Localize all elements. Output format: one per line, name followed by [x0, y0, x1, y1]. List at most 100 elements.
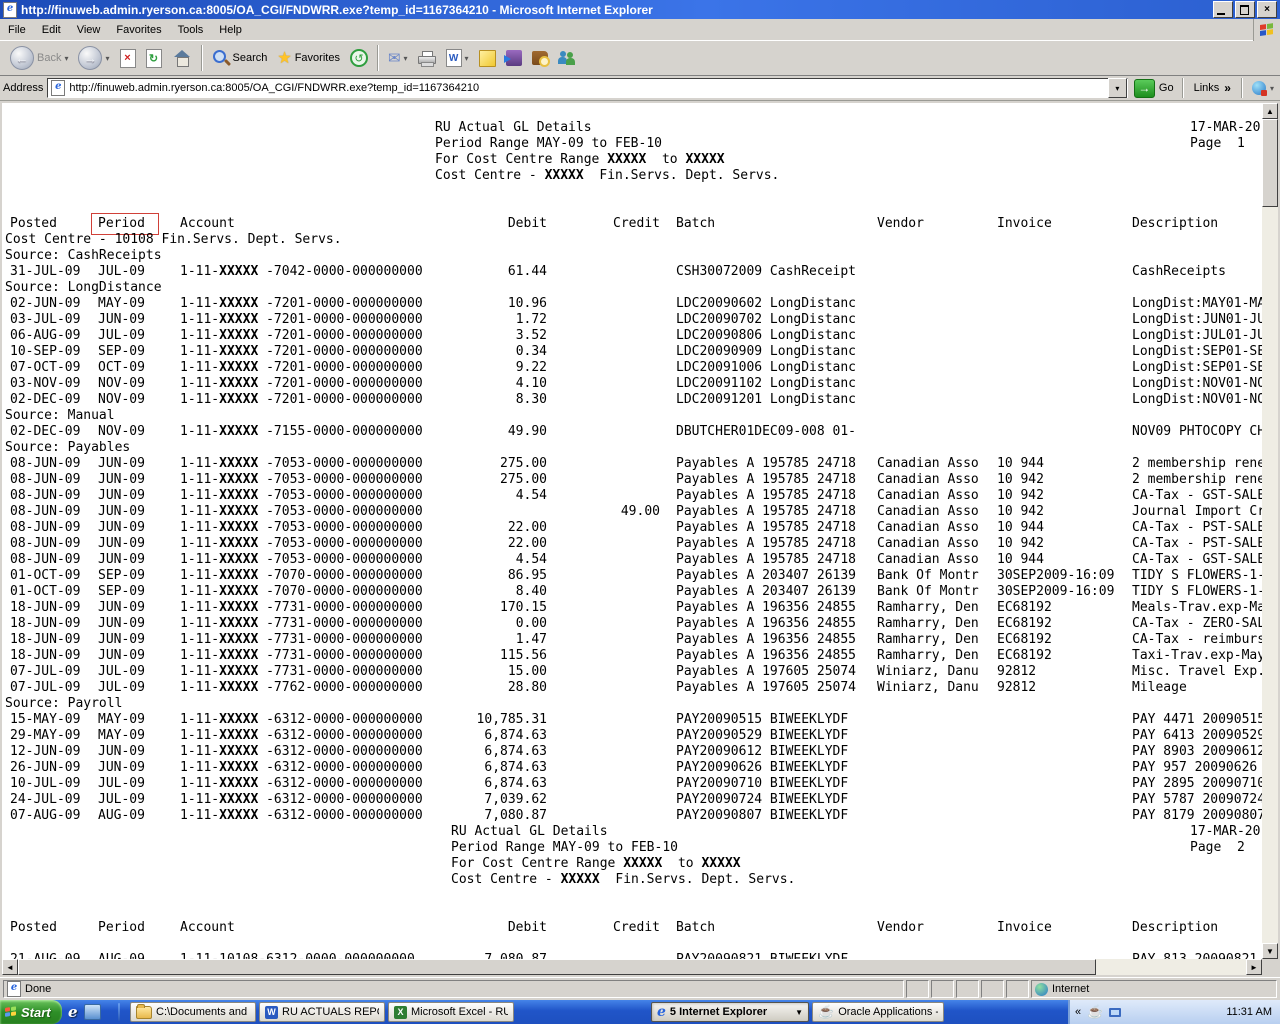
- taskbar-button-word[interactable]: W RU ACTUALS REPORT D...: [259, 1002, 385, 1022]
- report-line: 26-JUN-09JUN-091-11-XXXXX -6312-0000-000…: [2, 760, 1262, 776]
- stop-button[interactable]: ×: [115, 41, 141, 75]
- cell-debit: 275.00: [426, 456, 547, 471]
- cell-period: AUG-09: [98, 952, 145, 959]
- search-button[interactable]: Search: [207, 41, 273, 75]
- cell-posted: 08-JUN-09: [10, 552, 80, 567]
- page-header-text: RU Actual GL Details: [435, 120, 592, 135]
- edit-dropdown-icon[interactable]: ▾: [465, 54, 469, 63]
- cell-description: PAY 957 20090626: [1132, 760, 1257, 775]
- tray-chevron-icon[interactable]: «: [1075, 1006, 1081, 1018]
- menu-view[interactable]: View: [69, 21, 109, 39]
- scroll-down-button[interactable]: ▼: [1262, 943, 1278, 959]
- links-button[interactable]: Links »: [1190, 73, 1235, 103]
- research-button[interactable]: [527, 41, 553, 75]
- forward-dropdown-icon[interactable]: ▾: [105, 54, 109, 63]
- cell-batch: LDC20090806 LongDistanc: [676, 328, 856, 343]
- mail-dropdown-icon[interactable]: ▾: [404, 54, 408, 63]
- cell-account: 1-11-XXXXX -7731-0000-000000000: [180, 616, 423, 631]
- go-button[interactable]: → Go: [1132, 73, 1176, 103]
- cell-account: 1-11-XXXXX -7053-0000-000000000: [180, 472, 423, 487]
- refresh-button[interactable]: ↻: [141, 41, 167, 75]
- cell-debit: 8.30: [426, 392, 547, 407]
- history-button[interactable]: ↺: [345, 41, 373, 75]
- cell-batch: PAY20090612 BIWEEKLYDF: [676, 744, 848, 759]
- vertical-scrollbar-thumb[interactable]: [1262, 119, 1278, 207]
- cell-debit: 6,874.63: [426, 744, 547, 759]
- menu-bar: File Edit View Favorites Tools Help: [0, 19, 1280, 41]
- report-line: Source: Payables: [2, 440, 1262, 456]
- taskbar-button-ie-group[interactable]: e 5 Internet Explorer ▼: [651, 1002, 809, 1022]
- refresh-icon: ↻: [146, 49, 162, 68]
- cell-posted: 01-OCT-09: [10, 568, 80, 583]
- mail-button[interactable]: ✉ ▾: [383, 41, 413, 75]
- cell-batch: Payables A 196356 24855: [676, 616, 856, 631]
- menu-edit[interactable]: Edit: [34, 21, 69, 39]
- messenger-button[interactable]: [553, 41, 581, 75]
- print-button[interactable]: [413, 41, 441, 75]
- tray-java-icon[interactable]: ☕: [1087, 1004, 1103, 1020]
- scroll-left-button[interactable]: ◄: [2, 959, 18, 975]
- tray-network-icon[interactable]: [1109, 1008, 1121, 1017]
- favorites-button[interactable]: ★ Favorites: [272, 41, 345, 75]
- menu-favorites[interactable]: Favorites: [108, 21, 169, 39]
- cell-period: NOV-09: [98, 392, 145, 407]
- close-button[interactable]: ×: [1257, 1, 1277, 18]
- cell-posted: 07-JUL-09: [10, 664, 80, 679]
- report-line: For Cost Centre Range XXXXX to XXXXX: [2, 856, 1262, 872]
- address-dropdown-button[interactable]: ▾: [1108, 78, 1127, 98]
- back-dropdown-icon[interactable]: ▾: [64, 54, 68, 63]
- page-header-right: Page 2: [1190, 840, 1245, 855]
- home-button[interactable]: [167, 41, 197, 75]
- cell-debit: 6,874.63: [426, 728, 547, 743]
- cell-account: 1-11-XXXXX -7053-0000-000000000: [180, 520, 423, 535]
- report-line: 07-OCT-09OCT-091-11-XXXXX -7201-0000-000…: [2, 360, 1262, 376]
- horizontal-scrollbar-thumb[interactable]: [18, 959, 1096, 975]
- cell-description: CashReceipts: [1132, 264, 1226, 279]
- address-extra-dropdown-icon[interactable]: ▾: [1270, 84, 1274, 93]
- address-input[interactable]: e http://finuweb.admin.ryerson.ca:8005/O…: [47, 78, 1128, 98]
- report-line: Source: LongDistance: [2, 280, 1262, 296]
- back-button[interactable]: ← Back ▾: [5, 41, 73, 75]
- start-button[interactable]: Start: [0, 1000, 62, 1024]
- scroll-right-button[interactable]: ►: [1246, 959, 1262, 975]
- col-header-period: Period: [98, 920, 145, 935]
- report-text: Source: Payables: [5, 440, 130, 455]
- cell-period: JUN-09: [98, 616, 145, 631]
- scroll-up-button[interactable]: ▲: [1262, 103, 1278, 119]
- taskbar-button-label: RU ACTUALS REPORT D...: [282, 1006, 379, 1018]
- quick-launch-ie-icon[interactable]: e: [68, 1003, 78, 1021]
- menu-help[interactable]: Help: [211, 21, 250, 39]
- quick-launch-icon-2[interactable]: [84, 1004, 101, 1020]
- minimize-button[interactable]: [1213, 1, 1233, 18]
- report-line: 08-JUN-09JUN-091-11-XXXXX -7053-0000-000…: [2, 536, 1262, 552]
- discuss-button[interactable]: [474, 41, 501, 75]
- menu-tools[interactable]: Tools: [170, 21, 212, 39]
- forward-button[interactable]: → ▾: [73, 41, 114, 75]
- cell-account: 1-11-XXXXX -7155-0000-000000000: [180, 424, 423, 439]
- extra-tool-button-1[interactable]: [501, 41, 527, 75]
- cell-description: PAY 4471 20090515: [1132, 712, 1262, 727]
- restore-button[interactable]: [1235, 1, 1255, 18]
- cell-batch: PAY20090529 BIWEEKLYDF: [676, 728, 848, 743]
- vertical-scrollbar[interactable]: [1262, 103, 1278, 959]
- cell-description: LongDist:MAY01-MA: [1132, 296, 1262, 311]
- address-extra-button[interactable]: ▾: [1249, 73, 1277, 103]
- taskbar-button-oracle[interactable]: ☕ Oracle Applications - FIN...: [812, 1002, 944, 1022]
- menu-file[interactable]: File: [0, 21, 34, 39]
- cell-batch: Payables A 203407 26139: [676, 568, 856, 583]
- page-header-right: 17-MAR-20: [1190, 824, 1260, 839]
- cell-batch: Payables A 196356 24855: [676, 600, 856, 615]
- cell-period: SEP-09: [98, 344, 145, 359]
- cell-period: NOV-09: [98, 376, 145, 391]
- cell-account: 1-11-10108-6312-0000-000000000: [180, 952, 415, 959]
- cell-vendor: Canadian Asso: [877, 536, 979, 551]
- cell-debit: 6,874.63: [426, 776, 547, 791]
- cell-invoice: 92812: [997, 680, 1036, 695]
- taskbar-button-explorer[interactable]: C:\Documents and Settin...: [130, 1002, 256, 1022]
- cell-period: JUL-09: [98, 792, 145, 807]
- start-label: Start: [21, 1005, 51, 1020]
- cell-description: PAY 2895 20090710: [1132, 776, 1262, 791]
- cell-vendor: Winiarz, Danu: [877, 680, 979, 695]
- edit-with-word-button[interactable]: W ▾: [441, 41, 474, 75]
- taskbar-button-excel[interactable]: X Microsoft Excel - RU ACT...: [388, 1002, 514, 1022]
